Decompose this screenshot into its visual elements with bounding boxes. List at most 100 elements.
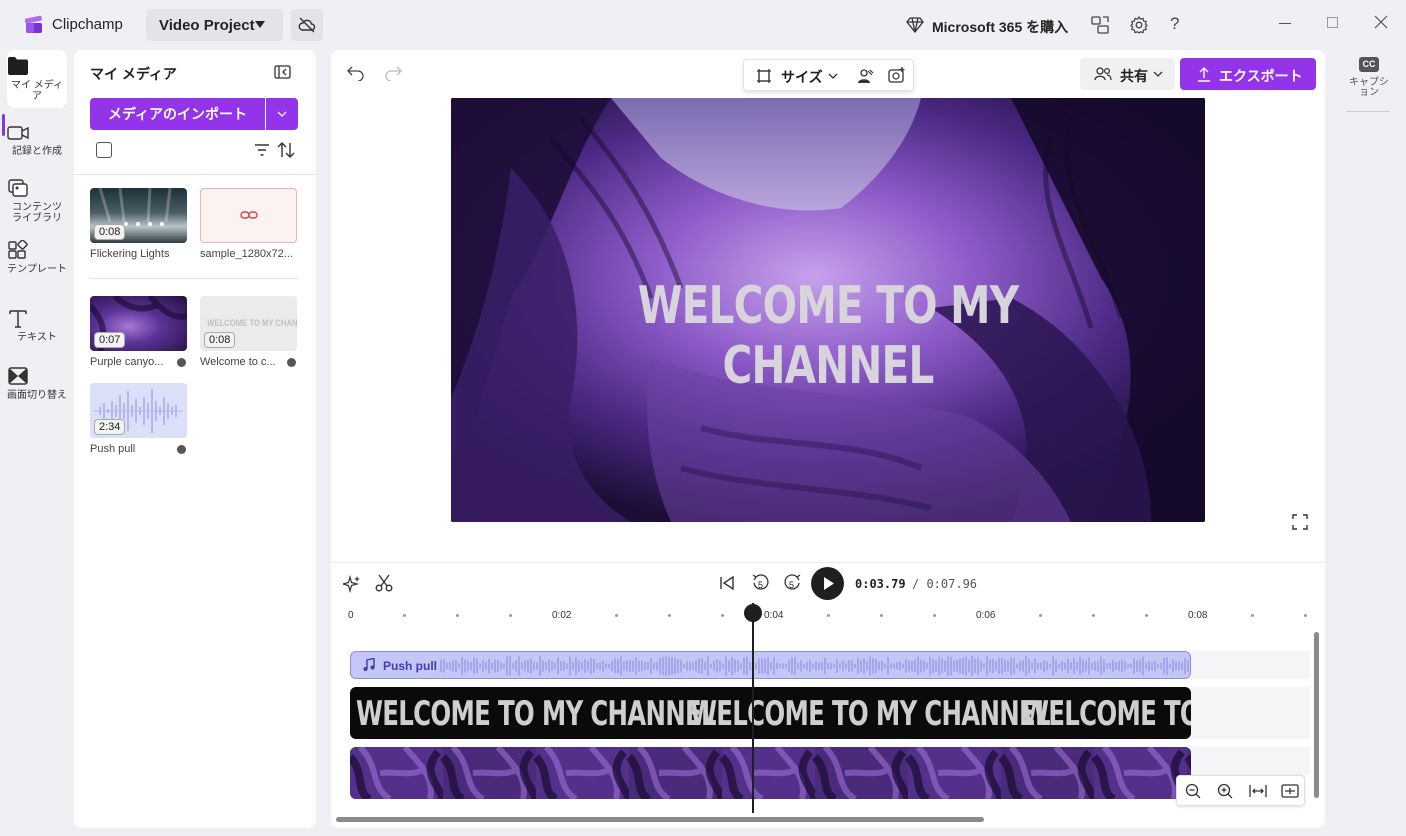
media-name: Push pull <box>90 443 136 455</box>
media-name: Welcome to c... <box>200 356 276 368</box>
timeline-vertical-scrollbar[interactable] <box>1314 632 1319 798</box>
aspect-ratio-icon[interactable] <box>756 68 772 84</box>
rewind-5s-button[interactable]: 5 <box>751 573 771 593</box>
app-name: Clipchamp <box>52 16 123 33</box>
video-preview[interactable]: WELCOME TO MY CHANNEL <box>451 98 1205 522</box>
media-thumbnail-flickering-lights[interactable]: 0:08 <box>90 188 187 243</box>
captions-label: キャプション <box>1349 77 1389 98</box>
link-icon <box>240 209 258 221</box>
rail-label: テンプレート <box>7 264 67 275</box>
export-button[interactable]: エクスポート <box>1180 58 1316 90</box>
rail-item-content-library[interactable]: コンテンツ ライブラリ <box>7 178 67 226</box>
media-thumbnail-purple-canyon[interactable]: 0:07 <box>90 296 187 351</box>
captions-button[interactable]: CC キャプション <box>1348 57 1390 98</box>
panel-title: マイ メディア <box>90 66 177 82</box>
active-indicator <box>2 114 5 136</box>
rail-label: 画面切り替え <box>7 390 67 401</box>
import-options-button[interactable] <box>266 98 298 130</box>
cloud-off-icon <box>298 17 316 33</box>
ruler-tick-dot <box>933 614 936 617</box>
settings-gear-icon[interactable] <box>1130 16 1148 34</box>
project-name-button[interactable]: Video Project <box>146 9 283 41</box>
fullscreen-icon[interactable] <box>1292 514 1308 530</box>
rail-item-transitions[interactable]: 画面切り替え <box>7 366 67 414</box>
playhead-handle[interactable] <box>743 604 762 622</box>
filter-icon[interactable] <box>254 144 270 156</box>
ruler-tick-dot <box>880 614 883 617</box>
collapse-panel-icon[interactable] <box>274 65 291 79</box>
ruler-tick-dot <box>1251 614 1254 617</box>
timeline-expand-icon[interactable] <box>1281 784 1299 798</box>
diamond-icon <box>906 17 924 33</box>
preview-title-overlay[interactable]: WELCOME TO MY CHANNEL <box>534 276 1122 396</box>
magic-sparkle-icon[interactable] <box>343 575 361 593</box>
size-label[interactable]: サイズ <box>781 67 823 87</box>
rail-label: マイ メディア <box>10 80 64 102</box>
split-scissors-icon[interactable] <box>375 574 393 592</box>
ruler-tick-label: 0 <box>348 610 354 621</box>
share-button[interactable]: 共有 <box>1080 58 1175 90</box>
rail-label: コンテンツ ライブラリ <box>12 202 62 224</box>
in-use-check-icon <box>287 358 296 367</box>
rail-label: テキスト <box>17 332 57 343</box>
timeline-horizontal-scrollbar[interactable] <box>336 817 984 822</box>
video-clip[interactable] <box>350 747 1191 799</box>
ruler-tick-dot <box>1092 614 1095 617</box>
duration-badge: 2:34 <box>94 419 126 435</box>
ruler-tick-dot <box>1145 614 1148 617</box>
rail-item-my-media[interactable]: マイ メディア <box>7 50 67 108</box>
ruler-tick-label: 0:08 <box>1188 610 1208 621</box>
zoom-out-icon[interactable] <box>1185 783 1201 799</box>
play-button[interactable] <box>811 567 844 600</box>
rail-item-text[interactable]: テキスト <box>7 308 67 348</box>
ruler-tick-label: 0:02 <box>552 610 572 621</box>
ruler-tick-dot <box>1039 614 1042 617</box>
audio-clip[interactable]: Push pull <box>350 651 1191 679</box>
chevron-down-icon <box>828 73 838 79</box>
cloud-sync-button[interactable] <box>291 9 323 41</box>
help-icon[interactable]: ? <box>1170 14 1179 34</box>
redo-icon[interactable] <box>384 65 402 81</box>
upload-icon <box>1197 66 1211 82</box>
camera-icon <box>7 124 67 142</box>
media-thumbnail-sample-link[interactable] <box>200 188 297 243</box>
transition-icon <box>7 366 67 386</box>
playhead[interactable] <box>751 603 754 813</box>
rail-item-record[interactable]: 記録と作成 <box>7 124 67 164</box>
library-icon <box>7 178 67 198</box>
ruler-tick-dot <box>456 614 459 617</box>
sort-icon[interactable] <box>277 142 295 158</box>
video-filmstrip <box>350 747 1191 799</box>
title-clip-text: WELCOME TO MY CHANNEL <box>356 694 717 734</box>
share-feedback-icon[interactable] <box>1091 16 1109 34</box>
thumb-title-text: WELCOME TO MY CHANNEL <box>207 318 297 328</box>
current-time: 0:03.79 <box>855 577 906 591</box>
add-element-icon[interactable] <box>888 66 906 84</box>
forward-5s-button[interactable]: 5 <box>782 573 802 593</box>
title-clip[interactable]: WELCOME TO MY CHANNEL WELCOME TO MY CHAN… <box>350 687 1191 739</box>
project-name: Video Project <box>159 17 255 34</box>
rewind-seconds: 5 <box>758 580 764 590</box>
media-thumbnail-push-pull[interactable]: 2:34 <box>90 383 187 438</box>
people-icon <box>1094 67 1112 81</box>
zoom-in-icon[interactable] <box>1217 783 1233 799</box>
divider <box>74 174 316 175</box>
close-window-icon[interactable] <box>1374 15 1388 29</box>
divider <box>331 562 1325 563</box>
select-all-checkbox[interactable] <box>96 142 112 158</box>
skip-to-start-icon[interactable] <box>719 575 735 591</box>
rail-item-templates[interactable]: テンプレート <box>7 240 67 288</box>
track-row-bg <box>1191 687 1310 739</box>
fit-to-width-icon[interactable] <box>1249 784 1267 798</box>
maximize-button[interactable] <box>1327 17 1338 28</box>
undo-icon[interactable] <box>347 65 365 81</box>
media-thumbnail-welcome-title[interactable]: WELCOME TO MY CHANNEL 0:08 <box>200 296 297 351</box>
title-clip-text: WELCOME TO MY CHANNEL <box>690 694 1051 734</box>
ruler-tick-label: 0:04 <box>764 610 784 621</box>
audio-waveform <box>440 656 1189 676</box>
import-media-button[interactable]: メディアのインポート <box>90 98 265 130</box>
cc-icon: CC <box>1359 57 1379 72</box>
music-note-icon <box>363 658 375 672</box>
minimize-button[interactable] <box>1279 23 1291 24</box>
background-remover-icon[interactable] <box>856 67 874 85</box>
